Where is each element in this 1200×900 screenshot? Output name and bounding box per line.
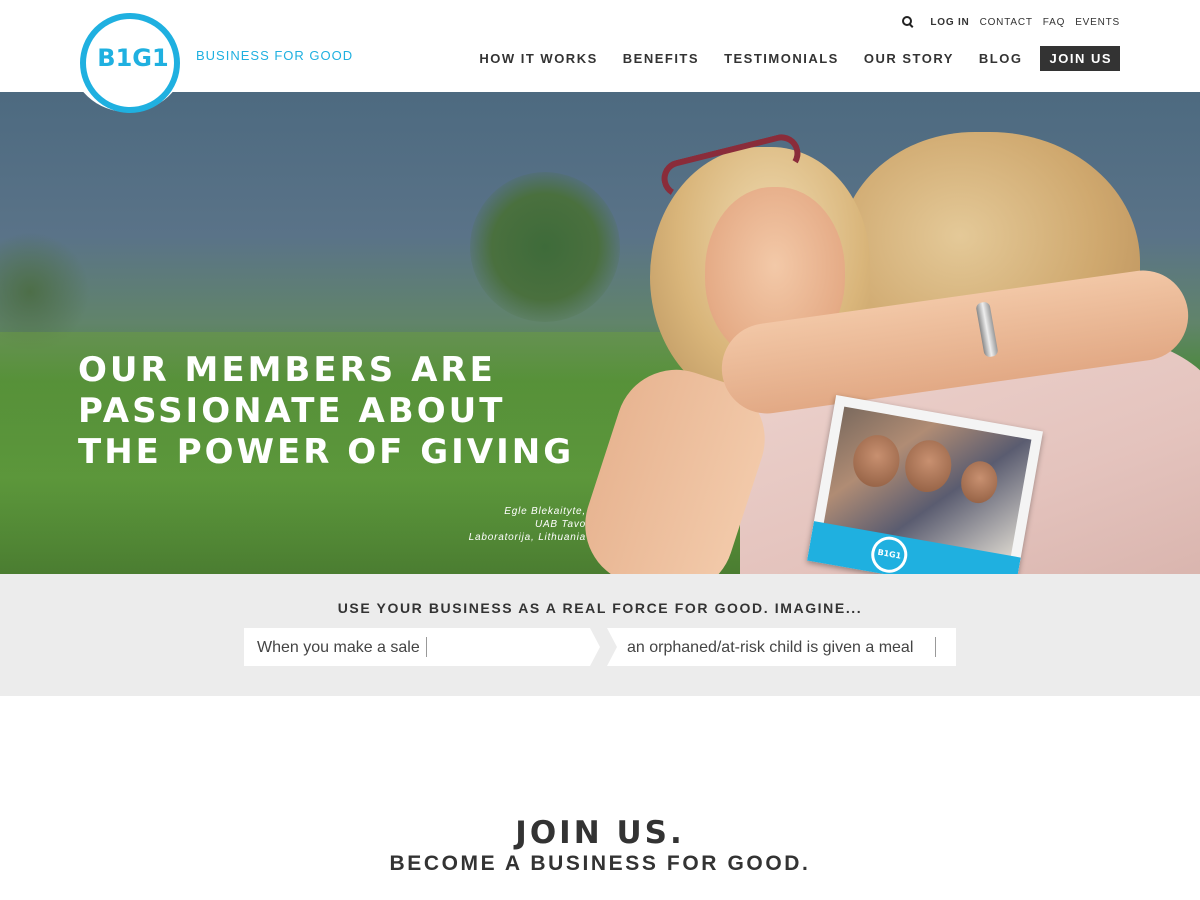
hero-banner: B1G1 OUR MEMBERS ARE PASSIONATE ABOUT TH… xyxy=(0,92,1200,574)
selector-divider xyxy=(426,637,427,657)
brand-tagline: BUSINESS FOR GOOD xyxy=(196,48,354,63)
join-us-button[interactable]: JOIN US xyxy=(1040,46,1120,71)
site-header: B1G1 BUSINESS FOR GOOD LOG IN CONTACT FA… xyxy=(0,0,1200,113)
join-title: JOIN US. xyxy=(515,815,685,851)
impact-selector-value: an orphaned/at-risk child is given a mea… xyxy=(627,639,914,656)
impact-selector[interactable]: an orphaned/at-risk child is given a mea… xyxy=(607,628,956,666)
logo-text: B1G1 xyxy=(97,44,169,72)
nav-our-story[interactable]: OUR STORY xyxy=(864,51,954,66)
child-face xyxy=(957,458,1001,507)
faq-link[interactable]: FAQ xyxy=(1043,17,1065,28)
child-face xyxy=(849,431,904,491)
caption-line: Laboratorija, Lithuania xyxy=(468,532,586,543)
imagine-section: USE YOUR BUSINESS AS A REAL FORCE FOR GO… xyxy=(0,574,1200,696)
caption-line: Egle Blekaityte, xyxy=(504,506,586,517)
contact-link[interactable]: CONTACT xyxy=(980,17,1033,28)
headline-line: PASSIONATE ABOUT xyxy=(78,391,506,431)
child-face xyxy=(901,436,956,496)
search-icon[interactable] xyxy=(902,16,914,28)
b1g1-logo[interactable]: B1G1 xyxy=(71,6,185,113)
headline-line: THE POWER OF GIVING xyxy=(78,432,575,472)
action-selector[interactable]: When you make a sale xyxy=(244,628,600,666)
utility-nav: LOG IN CONTACT FAQ EVENTS xyxy=(902,16,1120,28)
nav-testimonials[interactable]: TESTIMONIALS xyxy=(724,51,839,66)
nav-how-it-works[interactable]: HOW IT WORKS xyxy=(479,51,597,66)
selector-divider xyxy=(935,637,936,657)
nav-benefits[interactable]: BENEFITS xyxy=(623,51,699,66)
headline-line: OUR MEMBERS ARE xyxy=(78,350,496,390)
login-link[interactable]: LOG IN xyxy=(930,17,969,28)
hero-headline: OUR MEMBERS ARE PASSIONATE ABOUT THE POW… xyxy=(78,350,598,473)
photo-caption: Egle Blekaityte, UAB Tavo Laboratorija, … xyxy=(430,505,586,544)
action-selector-value: When you make a sale xyxy=(257,639,420,656)
events-link[interactable]: EVENTS xyxy=(1075,17,1120,28)
main-nav: HOW IT WORKS BENEFITS TESTIMONIALS OUR S… xyxy=(454,46,1120,71)
caption-line: UAB Tavo xyxy=(534,519,586,530)
imagine-title: USE YOUR BUSINESS AS A REAL FORCE FOR GO… xyxy=(337,600,863,616)
nav-blog[interactable]: BLOG xyxy=(979,51,1023,66)
join-subtitle: BECOME A BUSINESS FOR GOOD. xyxy=(389,852,811,875)
background-tree xyxy=(470,172,620,322)
